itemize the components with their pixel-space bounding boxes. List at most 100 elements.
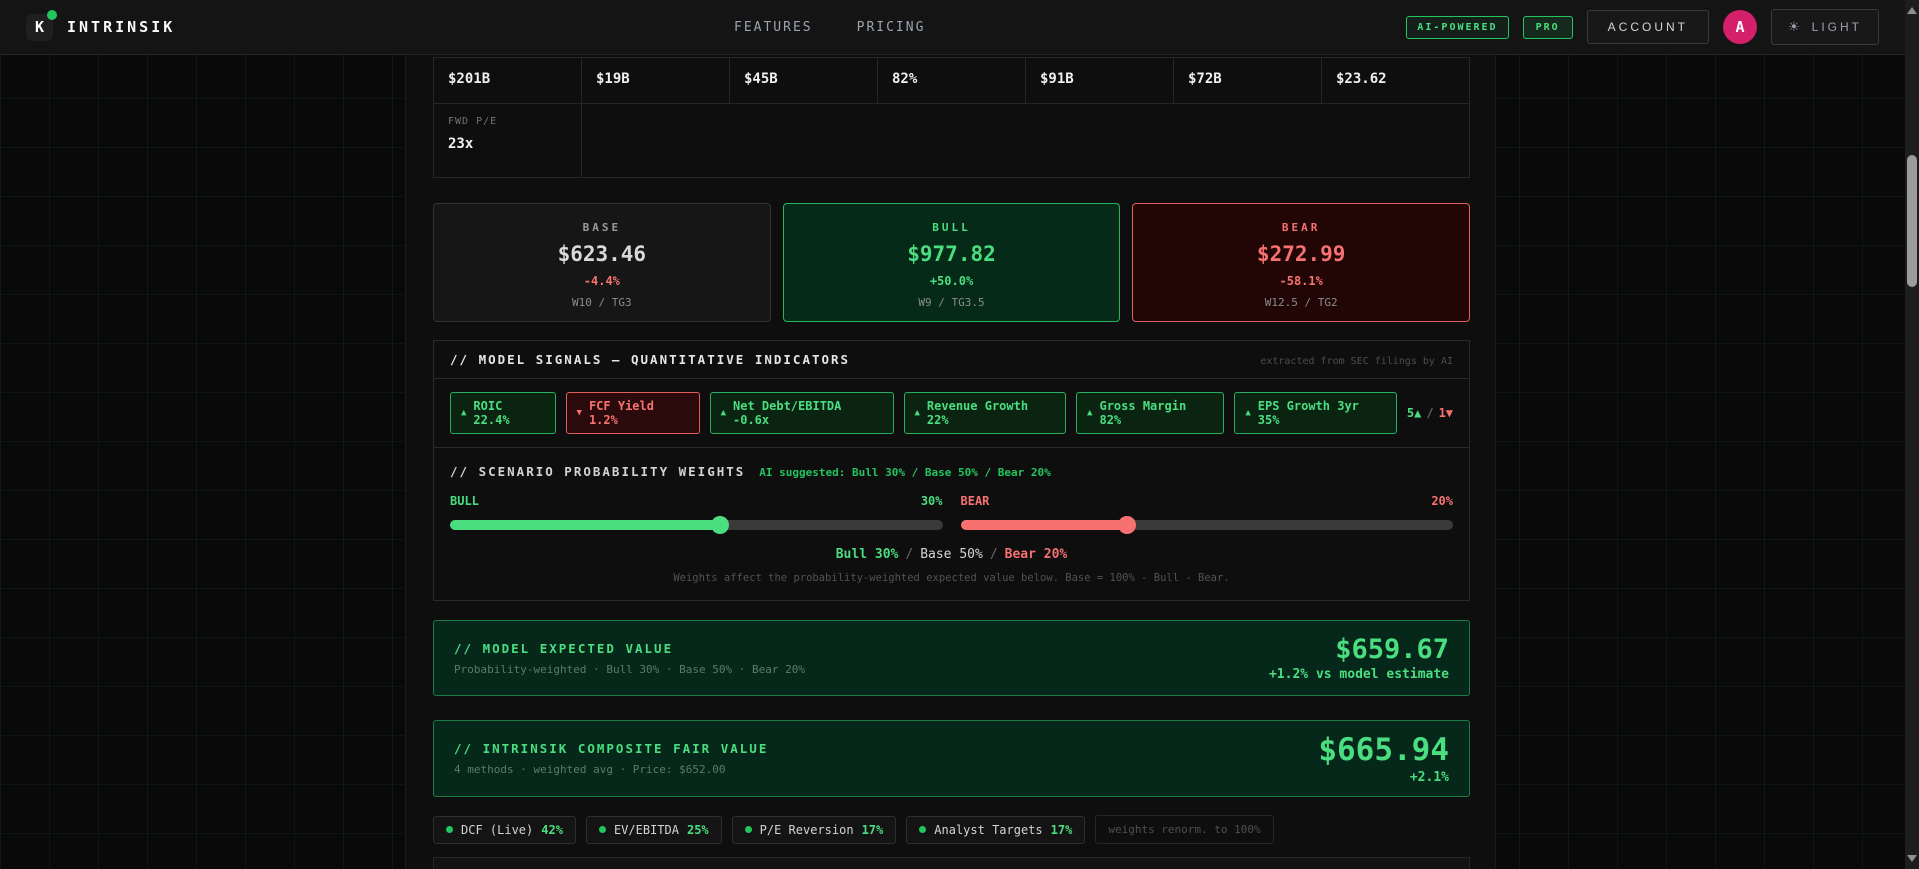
down-arrow-icon: ▼ [576, 408, 582, 418]
table-cell: $45B [730, 58, 878, 103]
table-cell: $72B [1174, 58, 1322, 103]
signal-badge-eps-growth[interactable]: ▲ EPS Growth 3yr 35% [1234, 392, 1397, 434]
up-arrow-icon: ▲ [461, 408, 467, 418]
scenario-cards: BASE $623.46 -4.4% W10 / TG3 BULL $977.8… [433, 203, 1471, 322]
weights-note: Weights affect the probability-weighted … [673, 572, 1230, 584]
table-cell: $19B [582, 58, 730, 103]
renorm-note-badge: weights renorm. to 100% [1095, 815, 1274, 844]
avatar[interactable]: A [1723, 10, 1757, 44]
signal-badge-gross-margin[interactable]: ▲ Gross Margin 82% [1076, 392, 1225, 434]
account-button[interactable]: ACCOUNT [1586, 10, 1709, 44]
scenario-meta: W9 / TG3.5 [918, 296, 985, 309]
scenario-delta: +50.0% [929, 274, 974, 288]
method-badges-row: DCF (Live) 42% EV/EBITDA 25% P/E Reversi… [433, 815, 1470, 844]
theme-toggle-button[interactable]: ☀ LIGHT [1771, 9, 1879, 45]
method-weight: 42% [541, 822, 563, 837]
signal-badge-fcf-yield[interactable]: ▼ FCF Yield 1.2% [565, 392, 700, 434]
model-signals-header: // MODEL SIGNALS — QUANTITATIVE INDICATO… [434, 341, 1469, 379]
method-weight: 25% [686, 822, 709, 837]
model-expected-value-card: // MODEL EXPECTED VALUE Probability-weig… [433, 620, 1470, 696]
bear-slider-label: BEAR [960, 494, 990, 508]
scenario-card-bull[interactable]: BULL $977.82 +50.0% W9 / TG3.5 [782, 203, 1121, 322]
method-label: DCF (Live) [461, 822, 534, 837]
bear-weight-slider: BEAR 20% [960, 494, 1453, 534]
logo-letter: K [34, 18, 45, 36]
bull-slider-value: 30% [920, 494, 943, 508]
table-cell: 82% [878, 58, 1026, 103]
scenario-value: $272.99 [1256, 242, 1346, 266]
tally-separator: / [1426, 406, 1434, 420]
bull-slider-track[interactable] [450, 516, 943, 534]
brand-name: INTRINSIK [67, 18, 176, 36]
table-cell: $23.62 [1336, 71, 1387, 87]
nav-link-features[interactable]: FEATURES [734, 20, 813, 35]
scenario-value: $977.82 [907, 242, 996, 266]
signal-label: Net Debt/EBITDA -0.6x [733, 399, 842, 427]
bull-slider-fill [450, 516, 729, 534]
page-scrollbar[interactable] [1905, 0, 1919, 869]
method-badge-pe-reversion[interactable]: P/E Reversion 17% [731, 815, 897, 844]
bull-slider-label: BULL [450, 494, 479, 508]
scenario-meta: W10 / TG3 [572, 296, 632, 309]
signal-badges-row: ▲ ROIC 22.4% ▼ FCF Yield 1.2% ▲ Net Debt… [434, 379, 1469, 448]
scenario-card-base[interactable]: BASE $623.46 -4.4% W10 / TG3 [433, 203, 771, 322]
green-dot-icon [919, 826, 927, 833]
table-cell-market-value: $201B [434, 58, 582, 103]
expected-value-delta: +1.2% vs model estimate [1268, 667, 1449, 682]
up-arrow-icon: ▲ [720, 408, 726, 418]
scenario-delta: -4.4% [583, 274, 620, 288]
signal-badge-net-debt[interactable]: ▲ Net Debt/EBITDA -0.6x [709, 392, 894, 434]
method-badge-ev-ebitda[interactable]: EV/EBITDA 25% [585, 815, 722, 844]
scenario-label: BASE [582, 221, 622, 234]
composite-amount: $665.94 [1318, 732, 1449, 768]
scrollbar-up-arrow[interactable] [1907, 7, 1917, 14]
method-label: Analyst Targets [934, 822, 1043, 837]
navbar: K INTRINSIK FEATURES PRICING AI-POWERED … [0, 0, 1905, 55]
method-weight: 17% [1050, 822, 1073, 837]
summary-bear: Bear 20% [1004, 547, 1068, 562]
avatar-letter: A [1735, 18, 1745, 36]
composite-title: // INTRINSIK COMPOSITE FAIR VALUE [454, 741, 769, 756]
bear-slider-thumb[interactable] [1117, 516, 1136, 534]
method-badge-analyst-targets[interactable]: Analyst Targets 17% [906, 815, 1086, 844]
scenario-label: BULL [932, 221, 971, 234]
scenario-delta: -58.1% [1279, 274, 1323, 288]
theme-toggle-label: LIGHT [1811, 20, 1862, 34]
logo-status-dot [47, 9, 57, 20]
summary-separator: / [989, 547, 998, 562]
ai-powered-badge: AI-POWERED [1406, 15, 1509, 39]
bull-slider-thumb[interactable] [710, 516, 729, 534]
scenario-weights-section: // SCENARIO PROBABILITY WEIGHTS AI sugge… [434, 448, 1469, 600]
signal-badge-roic[interactable]: ▲ ROIC 22.4% [450, 392, 556, 434]
up-arrow-icon: ▲ [1245, 408, 1251, 418]
nav-link-pricing[interactable]: PRICING [857, 20, 926, 35]
signal-label: EPS Growth 3yr 35% [1257, 399, 1359, 427]
signal-label: Revenue Growth 22% [926, 399, 1029, 427]
method-label: P/E Reversion [759, 822, 854, 837]
fundamentals-table: $201B $19B $45B 82% $91B $72B $23.62 FWD… [433, 57, 1470, 178]
fwd-pe-value: 23x [448, 136, 474, 152]
main-nav: FEATURES PRICING [734, 0, 925, 55]
method-badge-dcf[interactable]: DCF (Live) 42% [433, 815, 576, 844]
fwd-pe-label: FWD P/E [448, 116, 498, 127]
brand[interactable]: K INTRINSIK [26, 9, 176, 41]
summary-separator: / [905, 547, 914, 562]
scenario-card-bear[interactable]: BEAR $272.99 -58.1% W12.5 / TG2 [1132, 203, 1471, 322]
tally-down: 1▼ [1438, 406, 1454, 420]
signal-badge-revenue-growth[interactable]: ▲ Revenue Growth 22% [903, 392, 1067, 434]
table-row: FWD P/E 23x [434, 104, 1469, 177]
scrollbar-thumb[interactable] [1907, 155, 1917, 287]
summary-bull: Bull 30% [835, 547, 899, 562]
model-signals-panel: // MODEL SIGNALS — QUANTITATIVE INDICATO… [433, 340, 1470, 601]
sun-icon: ☀ [1788, 19, 1803, 34]
weights-summary: Bull 30% / Base 50% / Bear 20% [450, 547, 1453, 562]
bear-slider-track[interactable] [960, 516, 1453, 534]
content-panel: $201B $19B $45B 82% $91B $72B $23.62 FWD… [405, 0, 1496, 869]
model-signals-title: // MODEL SIGNALS — QUANTITATIVE INDICATO… [450, 352, 851, 367]
scrollbar-down-arrow[interactable] [1907, 855, 1917, 862]
green-dot-icon [598, 826, 606, 833]
scenario-meta: W12.5 / TG2 [1264, 296, 1338, 309]
bear-slider-fill [960, 516, 1136, 534]
table-cell: $91B [1026, 58, 1174, 103]
expected-value-title: // MODEL EXPECTED VALUE [454, 640, 674, 656]
